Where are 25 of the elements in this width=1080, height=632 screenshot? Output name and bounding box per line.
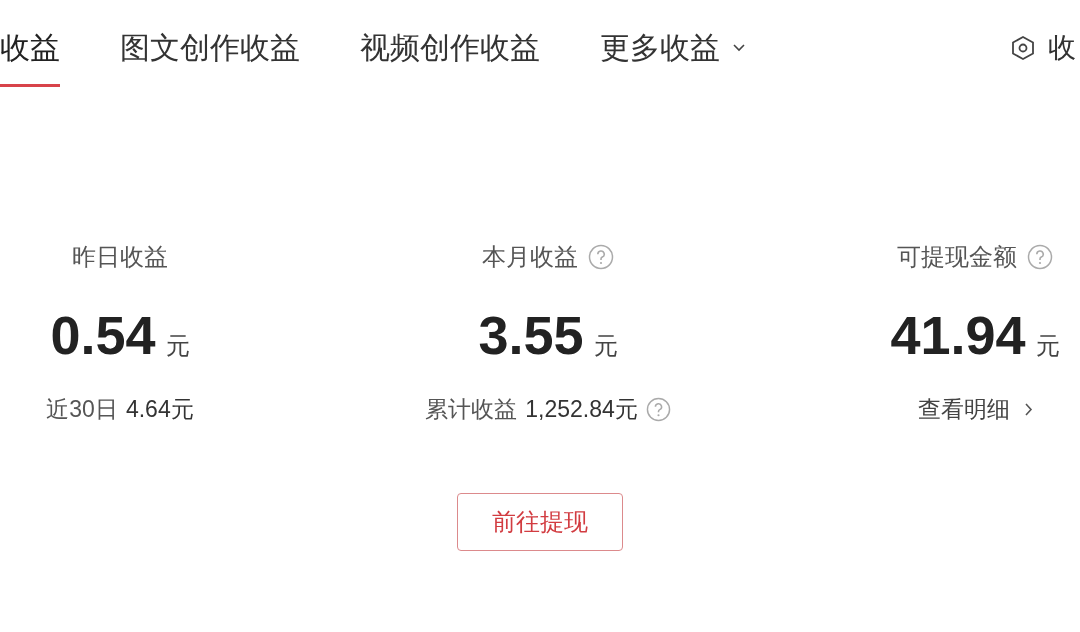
footer-value: 4.64元: [125, 394, 194, 424]
stat-value: 41.94: [890, 305, 1026, 365]
unit-label: 元: [1035, 331, 1060, 361]
footer-value: 1,252.84元: [525, 394, 638, 424]
stat-value: 3.55: [478, 305, 584, 365]
unit-label: 元: [165, 331, 190, 361]
stat-value: 0.54: [50, 305, 156, 365]
chevron-right-icon: [1023, 401, 1033, 417]
tab[interactable]: 图文创作收益: [120, 30, 300, 87]
help-icon[interactable]: [645, 396, 671, 422]
tab[interactable]: 收益: [0, 30, 60, 87]
help-icon[interactable]: [588, 244, 614, 270]
footer-label: 近30日: [46, 394, 118, 424]
stat-label: 本月收益: [482, 242, 578, 272]
income-settings-link[interactable]: 收: [1010, 30, 1076, 66]
hexagon-icon: [1010, 35, 1036, 61]
withdraw-button[interactable]: 前往提现: [457, 493, 623, 551]
stat-label: 可提现金额: [897, 242, 1017, 272]
help-icon[interactable]: [1027, 244, 1053, 270]
stat-label: 昨日收益: [72, 242, 168, 272]
unit-label: 元: [593, 331, 618, 361]
tab[interactable]: 视频创作收益: [360, 30, 540, 87]
details-link[interactable]: 查看明细: [917, 391, 1033, 427]
footer-label: 累计收益: [425, 394, 518, 424]
tab[interactable]: 更多收益: [600, 30, 746, 87]
